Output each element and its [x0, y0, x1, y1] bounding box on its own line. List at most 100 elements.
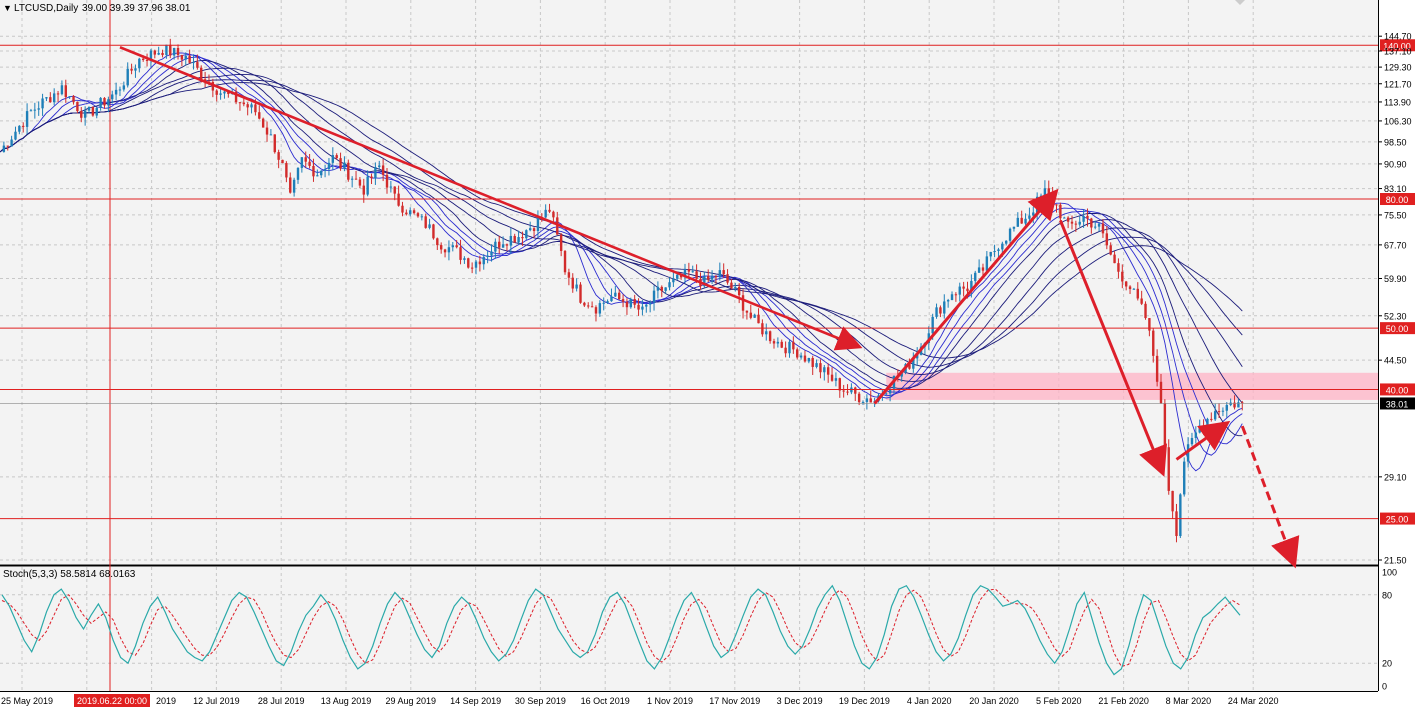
candle-body [1140, 298, 1143, 304]
candle-body [819, 363, 822, 373]
stoch-tick-label: 80 [1382, 590, 1392, 600]
candle-body [304, 157, 307, 162]
candle-body [625, 301, 629, 308]
candle-body [745, 310, 749, 313]
candle-body [320, 170, 323, 176]
date-tick-label: 16 Oct 2019 [581, 696, 630, 706]
candle-body [339, 158, 342, 169]
candle-body [943, 301, 946, 314]
candle-body [587, 305, 590, 307]
price-tick-label: 129.30 [1384, 63, 1412, 73]
candle-body [1136, 288, 1139, 299]
date-tick-label: 21 Feb 2020 [1098, 696, 1149, 706]
candle-body [718, 270, 722, 278]
candle-body [1109, 245, 1112, 255]
price-tick-label: 106.30 [1384, 116, 1412, 126]
candle-body [25, 111, 29, 127]
candle-body [985, 256, 989, 271]
candle-body [1024, 218, 1027, 224]
candle-body [854, 387, 857, 394]
candle-body [993, 250, 996, 252]
date-tick-label: 24 Mar 2020 [1228, 696, 1279, 706]
candle-body [946, 300, 950, 302]
candle-body [521, 237, 524, 239]
candle-body [165, 44, 168, 56]
candle-body [432, 224, 435, 239]
candle-body [803, 355, 807, 362]
candle-body [784, 347, 787, 354]
candle-body [958, 286, 961, 295]
candle-body [107, 99, 110, 106]
candle-body [134, 68, 137, 71]
candle-body [1202, 425, 1205, 429]
candle-body [22, 125, 25, 127]
chart-canvas[interactable]: 140.0080.0050.0040.0025.0038.01 144.7013… [0, 0, 1426, 716]
stoch-tick-label: 0 [1382, 682, 1387, 692]
candle-body [710, 275, 714, 280]
candle-body [300, 157, 304, 168]
candle-body [536, 216, 540, 232]
price-tick-label: 137.10 [1384, 47, 1412, 57]
candle-body [83, 110, 87, 118]
candle-body [258, 112, 261, 119]
candle-body [296, 167, 300, 180]
candle-body [118, 89, 122, 91]
candle-body [277, 152, 280, 160]
date-tick-label: 8 Mar 2020 [1166, 696, 1212, 706]
date-tick-label: 25 May 2019 [1, 696, 53, 706]
price-tick-label: 29.10 [1384, 472, 1407, 482]
candle-body [695, 271, 698, 279]
candle-body [935, 307, 938, 317]
candle-body [544, 209, 547, 218]
candle-body [269, 134, 273, 136]
candle-body [768, 331, 772, 342]
candle-body [1155, 355, 1159, 382]
candle-body [583, 302, 586, 306]
candle-body [122, 85, 126, 90]
date-tick-label: 17 Nov 2019 [709, 696, 760, 706]
candle-body [180, 54, 184, 60]
candle-body [749, 312, 752, 318]
candle-body [598, 303, 602, 314]
candle-body [579, 284, 582, 303]
candle-body [737, 286, 741, 296]
candle-body [451, 245, 454, 248]
candle-body [331, 155, 335, 163]
candle-body [366, 176, 369, 195]
candle-body [447, 247, 451, 253]
candle-body [428, 224, 431, 228]
price-tick-label: 90.90 [1384, 159, 1407, 169]
candle-body [1008, 228, 1012, 241]
candle-body [815, 363, 818, 367]
candle-body [273, 134, 276, 153]
candle-body [378, 165, 381, 167]
candle-body [470, 267, 474, 269]
date-tick-label: 29 Aug 2019 [386, 696, 437, 706]
candle-body [1097, 223, 1101, 227]
candle-body [393, 186, 396, 194]
candle-body [722, 270, 725, 275]
candle-body [200, 67, 203, 80]
candle-body [80, 111, 83, 118]
date-tick-label: 4 Jan 2020 [907, 696, 952, 706]
candle-body [169, 44, 172, 56]
candle-body [513, 235, 516, 243]
dropdown-triangle-icon[interactable]: ▼ [3, 3, 12, 13]
candle-body [1066, 217, 1070, 222]
candle-body [1020, 217, 1023, 224]
candle-body [652, 290, 656, 303]
candle-body [420, 216, 424, 218]
candle-body [459, 247, 462, 260]
stoch-tick-label: 100 [1382, 568, 1397, 578]
candle-body [72, 96, 75, 102]
candle-body [765, 331, 768, 335]
candle-body [494, 241, 497, 252]
candle-body [757, 314, 760, 324]
candle-body [56, 93, 60, 95]
candle-body [265, 127, 269, 135]
level-label: 25.00 [1386, 515, 1409, 525]
candle-body [1124, 281, 1128, 287]
candle-body [350, 178, 354, 180]
candle-body [2, 145, 6, 152]
candle-body [1039, 195, 1043, 197]
